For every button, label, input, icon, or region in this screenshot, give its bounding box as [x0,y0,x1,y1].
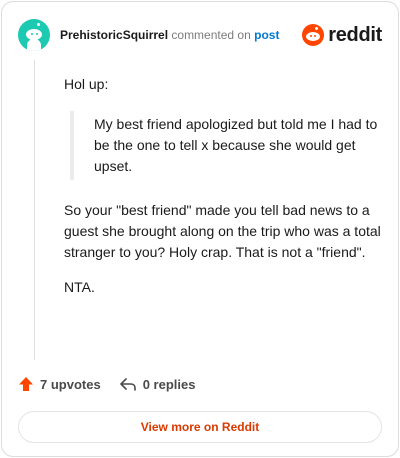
reply-icon[interactable] [119,376,137,392]
comment-header: PrehistoricSquirrel commented on post re… [18,18,382,52]
brand-name: reddit [328,23,382,46]
blockquote: My best friend apologized but told me I … [70,111,386,180]
upvote-arrow-icon[interactable] [18,376,34,392]
action-text: commented on [171,28,251,42]
comment-card: PrehistoricSquirrel commented on post re… [1,1,399,457]
reddit-logo-icon [302,24,325,46]
comment-intro: Hol up: [64,76,109,92]
comment-verdict: NTA. [64,279,95,295]
reply-count: 0 replies [142,376,196,392]
post-link[interactable]: post [254,28,279,42]
comment-body: Hol up: My best friend apologized but to… [64,74,386,298]
reddit-logo[interactable]: reddit [302,24,382,47]
byline: PrehistoricSquirrel commented on post [60,27,279,43]
username-link[interactable]: PrehistoricSquirrel [60,28,168,42]
view-more-button[interactable]: View more on Reddit [18,411,382,443]
comment-footer: 7 upvotes 0 replies [18,376,195,392]
thread-line [34,60,35,360]
avatar[interactable] [18,19,50,51]
quote-text: My best friend apologized but told me I … [94,116,378,174]
comment-text: So your "best friend" made you tell bad … [64,202,381,260]
upvote-count: 7 upvotes [40,376,101,392]
